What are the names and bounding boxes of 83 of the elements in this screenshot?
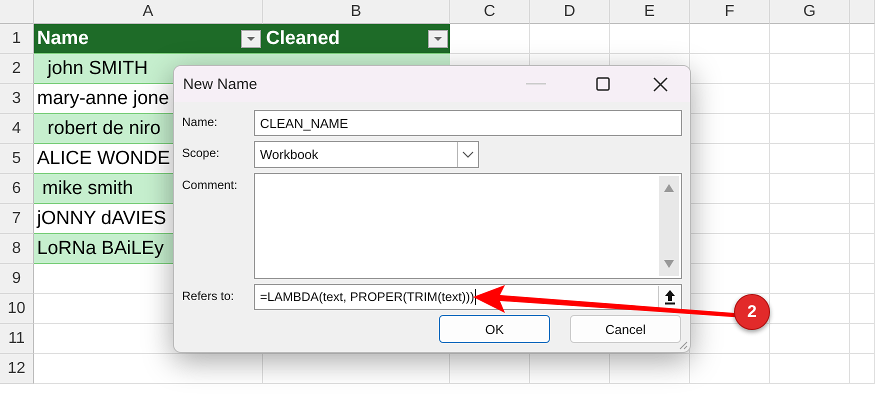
worksheet-cell[interactable] (850, 294, 875, 324)
row-header[interactable]: 1 (0, 24, 34, 54)
table-header-cell: Cleaned (263, 24, 450, 54)
worksheet-cell[interactable] (770, 144, 850, 174)
column-header[interactable]: E (610, 0, 690, 24)
column-header[interactable]: D (530, 0, 610, 24)
row-header[interactable]: 2 (0, 54, 34, 84)
row-header[interactable]: 3 (0, 84, 34, 114)
scope-dropdown[interactable]: Workbook (254, 141, 479, 168)
worksheet-cell[interactable] (770, 84, 850, 114)
worksheet-cell[interactable] (850, 204, 875, 234)
worksheet-cell[interactable] (770, 264, 850, 294)
worksheet-cell[interactable] (770, 174, 850, 204)
filter-dropdown-button[interactable] (428, 30, 448, 48)
row-header[interactable]: 12 (0, 354, 34, 384)
scroll-up-icon[interactable] (664, 184, 674, 192)
column-header[interactable]: F (690, 0, 770, 24)
worksheet-cell[interactable] (450, 24, 530, 54)
worksheet-cell[interactable] (770, 294, 850, 324)
row-header[interactable]: 7 (0, 204, 34, 234)
step-number-badge: 2 (734, 294, 770, 330)
worksheet-cell[interactable] (850, 174, 875, 204)
comment-field[interactable] (254, 173, 682, 279)
field-label: Comment: (182, 177, 238, 192)
worksheet-cell[interactable] (530, 354, 610, 384)
row-header[interactable]: 10 (0, 294, 34, 324)
row-header[interactable]: 5 (0, 144, 34, 174)
row-header[interactable]: 11 (0, 324, 34, 354)
name-field[interactable]: CLEAN_NAME (254, 110, 682, 136)
maximize-icon[interactable] (596, 77, 610, 91)
filter-dropdown-button[interactable] (241, 30, 261, 48)
collapse-button[interactable] (658, 286, 681, 308)
dropdown-arrow-icon (433, 36, 443, 42)
column-header[interactable]: C (450, 0, 530, 24)
select-all-corner[interactable] (0, 0, 34, 24)
worksheet-cell[interactable] (770, 354, 850, 384)
dropdown-arrow-icon (246, 36, 256, 42)
worksheet-cell[interactable] (610, 24, 690, 54)
worksheet-cell[interactable] (850, 264, 875, 294)
table-header-cell: Name (34, 24, 263, 54)
scope-value: Workbook (260, 147, 318, 162)
worksheet-cell[interactable] (690, 24, 770, 54)
worksheet-cell[interactable] (850, 144, 875, 174)
column-header[interactable]: G (770, 0, 850, 24)
row-header[interactable]: 4 (0, 114, 34, 144)
worksheet-cell[interactable] (690, 354, 770, 384)
column-header[interactable] (850, 0, 875, 24)
worksheet-cell[interactable] (850, 24, 875, 54)
worksheet-cell[interactable] (530, 24, 610, 54)
worksheet-cell[interactable] (850, 324, 875, 354)
ok-button[interactable]: OK (439, 315, 550, 343)
worksheet-cell[interactable] (850, 354, 875, 384)
worksheet-cell[interactable] (850, 114, 875, 144)
column-header[interactable]: B (263, 0, 450, 24)
upload-arrow-icon (664, 289, 676, 305)
field-label: Refers to: (182, 288, 236, 303)
row-header[interactable]: 8 (0, 234, 34, 264)
worksheet-cell[interactable] (770, 204, 850, 234)
cancel-button[interactable]: Cancel (570, 315, 681, 343)
close-icon[interactable] (653, 76, 668, 92)
row-header[interactable]: 9 (0, 264, 34, 294)
scrollbar[interactable] (659, 176, 679, 276)
worksheet-cell[interactable] (850, 234, 875, 264)
worksheet-cell[interactable] (850, 54, 875, 84)
worksheet-cell[interactable] (770, 24, 850, 54)
worksheet-cell[interactable] (770, 324, 850, 354)
worksheet-cell[interactable] (263, 354, 450, 384)
formula-text: =LAMBDA(text, PROPER(TRIM(text))) (260, 290, 474, 304)
worksheet-cell[interactable] (770, 234, 850, 264)
worksheet-cell[interactable] (770, 54, 850, 84)
resize-grip-icon[interactable] (678, 340, 688, 350)
worksheet-cell[interactable] (850, 84, 875, 114)
worksheet-cell[interactable] (450, 354, 530, 384)
scroll-down-icon[interactable] (664, 260, 674, 268)
column-header[interactable]: A (34, 0, 263, 24)
row-header[interactable]: 6 (0, 174, 34, 204)
worksheet-cell[interactable] (610, 354, 690, 384)
field-label: Name: (182, 114, 218, 129)
chevron-down-icon (462, 151, 474, 158)
field-label: Scope: (182, 145, 220, 160)
minimize-icon (526, 82, 546, 86)
worksheet-cell[interactable] (34, 354, 263, 384)
worksheet-cell[interactable] (770, 114, 850, 144)
